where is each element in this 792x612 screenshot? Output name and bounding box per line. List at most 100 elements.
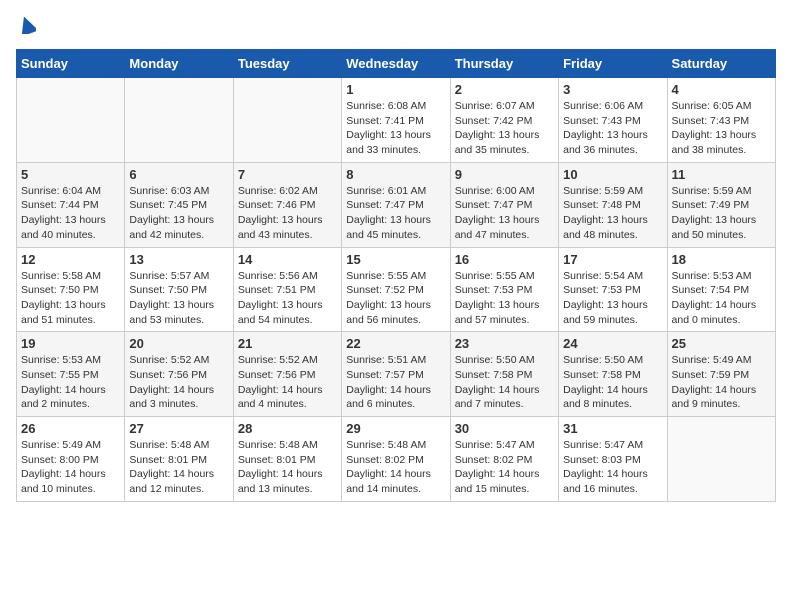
day-number: 30	[455, 421, 554, 436]
calendar-cell: 24Sunrise: 5:50 AMSunset: 7:58 PMDayligh…	[559, 332, 667, 417]
day-info: Sunrise: 5:55 AMSunset: 7:52 PMDaylight:…	[346, 269, 445, 328]
day-number: 9	[455, 167, 554, 182]
calendar-cell: 27 Sunrise: 5:48 AMSunset: 8:01 PMDayligh…	[125, 417, 233, 502]
day-info: Sunrise: 5:49 AMSunset: 7:59 PMDaylight:…	[672, 353, 771, 412]
day-number: 23	[455, 336, 554, 351]
calendar-cell: 22 Sunrise: 5:51 AMSunset: 7:57 PMDayligh…	[342, 332, 450, 417]
day-info: Sunrise: 5:48 AMSunset: 8:01 PMDaylight:…	[129, 438, 228, 497]
day-number: 24	[563, 336, 662, 351]
day-info: Sunrise: 5:59 AMSunset: 7:48 PMDaylight:…	[563, 184, 662, 243]
day-number: 7	[238, 167, 337, 182]
day-number: 11	[672, 167, 771, 182]
calendar-week-4: 19Sunrise: 5:53 AMSunset: 7:55 PMDayligh…	[17, 332, 776, 417]
day-info: Sunrise: 5:47 AMSunset: 8:03 PMDaylight:…	[563, 438, 662, 497]
calendar-cell: 16 Sunrise: 5:55 AMSunset: 7:53 PMDayligh…	[450, 247, 558, 332]
calendar-cell	[17, 78, 125, 163]
day-number: 21	[238, 336, 337, 351]
calendar-cell: 23 Sunrise: 5:50 AMSunset: 7:58 PMDayligh…	[450, 332, 558, 417]
calendar-cell: 29 Sunrise: 5:48 AMSunset: 8:02 PMDayligh…	[342, 417, 450, 502]
day-number: 3	[563, 82, 662, 97]
day-info: Sunrise: 5:55 AMSunset: 7:53 PMDaylight:…	[455, 269, 554, 328]
calendar-cell: 12 Sunrise: 5:58 AMSunset: 7:50 PMDayligh…	[17, 247, 125, 332]
day-info: Sunrise: 6:01 AMSunset: 7:47 PMDaylight:…	[346, 184, 445, 243]
calendar-cell: 9 Sunrise: 6:00 AMSunset: 7:47 PMDaylight…	[450, 162, 558, 247]
day-number: 8	[346, 167, 445, 182]
calendar-cell: 26 Sunrise: 5:49 AMSunset: 8:00 PMDayligh…	[17, 417, 125, 502]
calendar-cell	[233, 78, 341, 163]
day-info: Sunrise: 5:53 AMSunset: 7:55 PMDaylight:…	[21, 353, 120, 412]
day-info: Sunrise: 5:52 AMSunset: 7:56 PMDaylight:…	[129, 353, 228, 412]
day-number: 4	[672, 82, 771, 97]
day-number: 28	[238, 421, 337, 436]
calendar-cell: 31 Sunrise: 5:47 AMSunset: 8:03 PMDayligh…	[559, 417, 667, 502]
col-header-tuesday: Tuesday	[233, 50, 341, 78]
day-info: Sunrise: 5:56 AMSunset: 7:51 PMDaylight:…	[238, 269, 337, 328]
calendar-cell: 15 Sunrise: 5:55 AMSunset: 7:52 PMDayligh…	[342, 247, 450, 332]
logo-icon	[18, 16, 36, 34]
day-number: 20	[129, 336, 228, 351]
calendar-cell: 6Sunrise: 6:03 AMSunset: 7:45 PMDaylight…	[125, 162, 233, 247]
day-info: Sunrise: 6:06 AMSunset: 7:43 PMDaylight:…	[563, 99, 662, 158]
calendar-week-3: 12 Sunrise: 5:58 AMSunset: 7:50 PMDayligh…	[17, 247, 776, 332]
calendar-cell: 18 Sunrise: 5:53 AMSunset: 7:54 PMDayligh…	[667, 247, 775, 332]
calendar-cell: 14 Sunrise: 5:56 AMSunset: 7:51 PMDayligh…	[233, 247, 341, 332]
day-info: Sunrise: 5:47 AMSunset: 8:02 PMDaylight:…	[455, 438, 554, 497]
logo	[16, 16, 36, 39]
day-number: 13	[129, 252, 228, 267]
day-number: 25	[672, 336, 771, 351]
calendar-cell: 17Sunrise: 5:54 AMSunset: 7:53 PMDayligh…	[559, 247, 667, 332]
calendar-cell: 7Sunrise: 6:02 AMSunset: 7:46 PMDaylight…	[233, 162, 341, 247]
day-info: Sunrise: 5:53 AMSunset: 7:54 PMDaylight:…	[672, 269, 771, 328]
day-number: 2	[455, 82, 554, 97]
calendar-cell: 3 Sunrise: 6:06 AMSunset: 7:43 PMDaylight…	[559, 78, 667, 163]
calendar-table: SundayMondayTuesdayWednesdayThursdayFrid…	[16, 49, 776, 502]
calendar-cell	[125, 78, 233, 163]
day-number: 27	[129, 421, 228, 436]
day-info: Sunrise: 5:51 AMSunset: 7:57 PMDaylight:…	[346, 353, 445, 412]
calendar-week-2: 5Sunrise: 6:04 AMSunset: 7:44 PMDaylight…	[17, 162, 776, 247]
calendar-week-1: 1Sunrise: 6:08 AMSunset: 7:41 PMDaylight…	[17, 78, 776, 163]
col-header-wednesday: Wednesday	[342, 50, 450, 78]
calendar-header-row: SundayMondayTuesdayWednesdayThursdayFrid…	[17, 50, 776, 78]
day-info: Sunrise: 5:50 AMSunset: 7:58 PMDaylight:…	[455, 353, 554, 412]
day-info: Sunrise: 5:48 AMSunset: 8:02 PMDaylight:…	[346, 438, 445, 497]
col-header-sunday: Sunday	[17, 50, 125, 78]
day-info: Sunrise: 5:52 AMSunset: 7:56 PMDaylight:…	[238, 353, 337, 412]
day-info: Sunrise: 5:58 AMSunset: 7:50 PMDaylight:…	[21, 269, 120, 328]
day-number: 15	[346, 252, 445, 267]
calendar-week-5: 26 Sunrise: 5:49 AMSunset: 8:00 PMDayligh…	[17, 417, 776, 502]
day-number: 1	[346, 82, 445, 97]
day-info: Sunrise: 5:49 AMSunset: 8:00 PMDaylight:…	[21, 438, 120, 497]
calendar-cell: 1Sunrise: 6:08 AMSunset: 7:41 PMDaylight…	[342, 78, 450, 163]
day-info: Sunrise: 6:07 AMSunset: 7:42 PMDaylight:…	[455, 99, 554, 158]
day-number: 26	[21, 421, 120, 436]
day-info: Sunrise: 5:59 AMSunset: 7:49 PMDaylight:…	[672, 184, 771, 243]
calendar-cell: 19Sunrise: 5:53 AMSunset: 7:55 PMDayligh…	[17, 332, 125, 417]
day-info: Sunrise: 5:54 AMSunset: 7:53 PMDaylight:…	[563, 269, 662, 328]
day-number: 29	[346, 421, 445, 436]
col-header-saturday: Saturday	[667, 50, 775, 78]
day-number: 31	[563, 421, 662, 436]
calendar-cell: 30 Sunrise: 5:47 AMSunset: 8:02 PMDayligh…	[450, 417, 558, 502]
page-header	[16, 16, 776, 39]
calendar-cell	[667, 417, 775, 502]
day-info: Sunrise: 5:57 AMSunset: 7:50 PMDaylight:…	[129, 269, 228, 328]
day-number: 6	[129, 167, 228, 182]
calendar-cell: 21 Sunrise: 5:52 AMSunset: 7:56 PMDayligh…	[233, 332, 341, 417]
day-number: 5	[21, 167, 120, 182]
day-info: Sunrise: 6:00 AMSunset: 7:47 PMDaylight:…	[455, 184, 554, 243]
calendar-cell: 2 Sunrise: 6:07 AMSunset: 7:42 PMDaylight…	[450, 78, 558, 163]
calendar-cell: 8 Sunrise: 6:01 AMSunset: 7:47 PMDaylight…	[342, 162, 450, 247]
col-header-friday: Friday	[559, 50, 667, 78]
day-number: 18	[672, 252, 771, 267]
day-number: 12	[21, 252, 120, 267]
day-number: 22	[346, 336, 445, 351]
day-number: 16	[455, 252, 554, 267]
day-info: Sunrise: 5:48 AMSunset: 8:01 PMDaylight:…	[238, 438, 337, 497]
calendar-cell: 28 Sunrise: 5:48 AMSunset: 8:01 PMDayligh…	[233, 417, 341, 502]
day-number: 14	[238, 252, 337, 267]
col-header-monday: Monday	[125, 50, 233, 78]
calendar-cell: 4Sunrise: 6:05 AMSunset: 7:43 PMDaylight…	[667, 78, 775, 163]
calendar-cell: 10Sunrise: 5:59 AMSunset: 7:48 PMDayligh…	[559, 162, 667, 247]
calendar-cell: 25 Sunrise: 5:49 AMSunset: 7:59 PMDayligh…	[667, 332, 775, 417]
